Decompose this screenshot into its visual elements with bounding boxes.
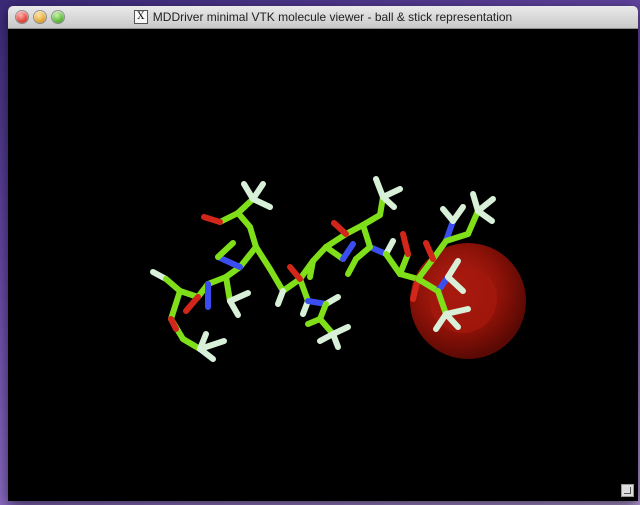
window-title: MDDriver minimal VTK molecule viewer - b… <box>152 10 513 24</box>
window-controls <box>16 11 64 23</box>
close-button[interactable] <box>16 11 28 23</box>
title-bar[interactable]: X MDDriver minimal VTK molecule viewer -… <box>8 6 638 29</box>
highlight-sphere <box>410 243 526 359</box>
resize-grip[interactable] <box>621 484 634 497</box>
window-title-group: X MDDriver minimal VTK molecule viewer -… <box>133 10 513 24</box>
x11-icon: X <box>133 10 148 24</box>
molecule-canvas[interactable] <box>8 29 638 501</box>
minimize-button[interactable] <box>34 11 46 23</box>
zoom-button[interactable] <box>52 11 64 23</box>
render-viewport[interactable] <box>8 29 638 501</box>
viewer-window: X MDDriver minimal VTK molecule viewer -… <box>8 6 638 501</box>
